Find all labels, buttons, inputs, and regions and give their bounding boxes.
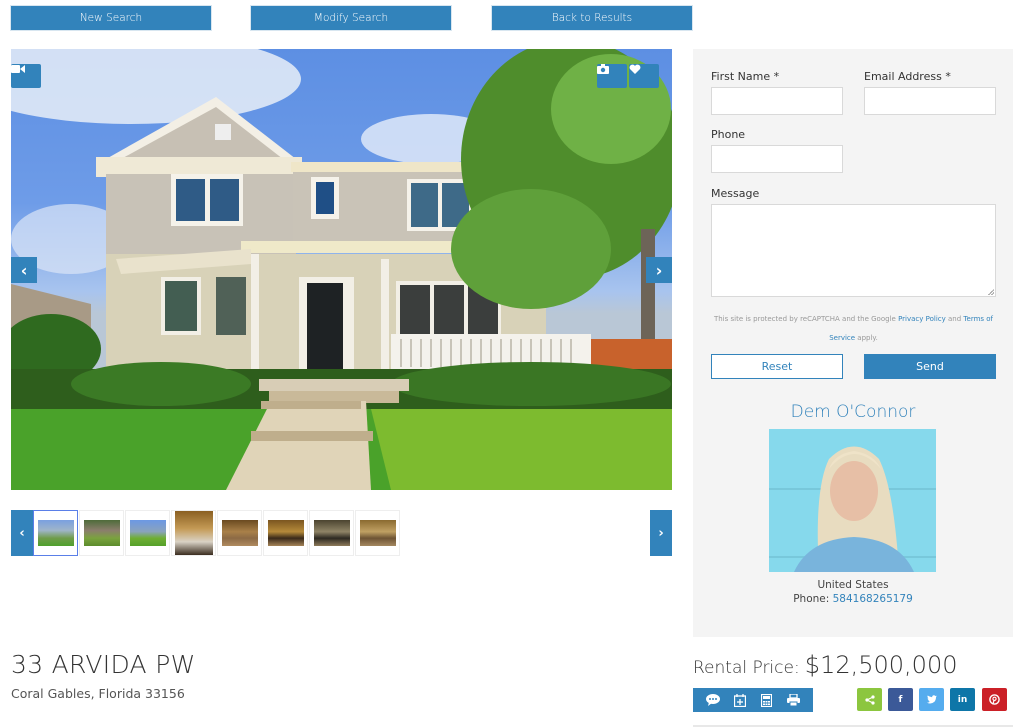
print-icon [787, 694, 800, 706]
thumbnail-image [174, 511, 213, 555]
facebook-icon: f [898, 694, 903, 705]
agent-country: United States [817, 579, 889, 591]
pinterest-share-button[interactable] [982, 688, 1007, 711]
pinterest-icon [989, 694, 1000, 705]
agent-photo [769, 429, 936, 572]
thumbnail-strip: ‹ › [11, 510, 672, 556]
modify-search-button[interactable]: Modify Search [251, 6, 451, 30]
agent-portrait [769, 429, 936, 572]
thumbnail-image [37, 520, 74, 546]
captcha-text: This site is protected by reCAPTCHA and … [713, 315, 896, 323]
gallery-prev-button[interactable]: ‹ [11, 257, 37, 283]
heart-icon [629, 64, 641, 74]
linkedin-share-button[interactable]: in [950, 688, 975, 711]
main-listing-photo: ‹ › [11, 49, 672, 490]
first-name-input[interactable] [711, 87, 843, 115]
captcha-apply: apply. [857, 334, 878, 342]
thumbnail-3[interactable] [125, 510, 170, 556]
thumbnail-8[interactable] [355, 510, 400, 556]
price-row: Rental Price: $12,500,000 [693, 651, 957, 679]
back-to-results-button[interactable]: Back to Results [492, 6, 692, 30]
email-input[interactable] [864, 87, 996, 115]
thumbnail-1[interactable] [33, 510, 78, 556]
thumbnail-image [83, 520, 120, 546]
reset-button[interactable]: Reset [711, 354, 843, 379]
thumbnail-4[interactable] [171, 510, 216, 556]
calendar-add-icon [733, 693, 746, 707]
video-camera-icon [11, 65, 25, 73]
thumbnail-5[interactable] [217, 510, 262, 556]
linkedin-icon: in [957, 694, 968, 705]
terms-link[interactable]: Terms of [963, 315, 993, 323]
thumbnails-prev-button[interactable]: ‹ [11, 510, 33, 556]
chevron-left-icon: ‹ [20, 260, 28, 280]
chevron-right-icon: › [655, 260, 663, 280]
thumbnail-7[interactable] [309, 510, 354, 556]
agent-phone-link[interactable]: 584168265179 [833, 593, 913, 605]
twitter-icon [926, 695, 937, 704]
facebook-share-button[interactable]: f [888, 688, 913, 711]
camera-icon [597, 64, 609, 74]
thumbnail-2[interactable] [79, 510, 124, 556]
recaptcha-notice: This site is protected by reCAPTCHA and … [711, 310, 996, 348]
chevron-left-icon: ‹ [19, 525, 25, 541]
message-textarea[interactable] [711, 204, 996, 297]
new-search-button[interactable]: New Search [11, 6, 211, 30]
thumbnail-image [359, 520, 396, 546]
agent-phone-label: Phone: [793, 593, 830, 605]
schedule-showing-tool[interactable] [731, 691, 749, 709]
calculator-icon [761, 693, 772, 707]
thumbnail-6[interactable] [263, 510, 308, 556]
listing-address: 33 ARVIDA PW [11, 650, 196, 679]
message-label: Message [711, 187, 760, 200]
thumbnail-image [267, 520, 304, 546]
thumbnail-image [221, 520, 258, 546]
contact-agent-tool[interactable] [704, 691, 722, 709]
share-icon [864, 694, 875, 705]
gallery-next-button[interactable]: › [646, 257, 672, 283]
print-tool[interactable] [785, 691, 803, 709]
resize-handle[interactable] [988, 289, 994, 295]
mortgage-calculator-tool[interactable] [758, 691, 776, 709]
thumbnails-next-button[interactable]: › [650, 510, 672, 556]
privacy-policy-link[interactable]: Privacy Policy [898, 315, 946, 323]
share-button[interactable] [857, 688, 882, 711]
twitter-share-button[interactable] [919, 688, 944, 711]
price-label: Rental Price: [693, 658, 800, 678]
video-tour-button[interactable] [11, 64, 41, 88]
favorite-button[interactable] [629, 64, 659, 88]
listing-city-state-zip: Coral Gables, Florida 33156 [11, 686, 185, 701]
captcha-and: and [948, 315, 962, 323]
section-divider [693, 725, 1013, 727]
first-name-label: First Name * [711, 70, 780, 83]
thumbnail-image [313, 520, 350, 546]
chat-icon [705, 694, 720, 706]
agent-phone-line: Phone: 584168265179 [693, 593, 1013, 605]
message-field-wrapper [711, 204, 996, 297]
thumbnail-image [129, 520, 166, 546]
send-button[interactable]: Send [864, 354, 996, 379]
listing-tools-bar [693, 688, 813, 712]
price-value: $12,500,000 [804, 651, 958, 679]
chevron-right-icon: › [658, 525, 664, 541]
email-label: Email Address * [864, 70, 951, 83]
photos-button[interactable] [597, 64, 627, 88]
house-illustration [11, 49, 672, 490]
agent-name[interactable]: Dem O'Connor [693, 402, 1013, 422]
phone-label: Phone [711, 128, 746, 141]
terms-link-service[interactable]: Service [829, 334, 855, 342]
phone-input[interactable] [711, 145, 843, 173]
